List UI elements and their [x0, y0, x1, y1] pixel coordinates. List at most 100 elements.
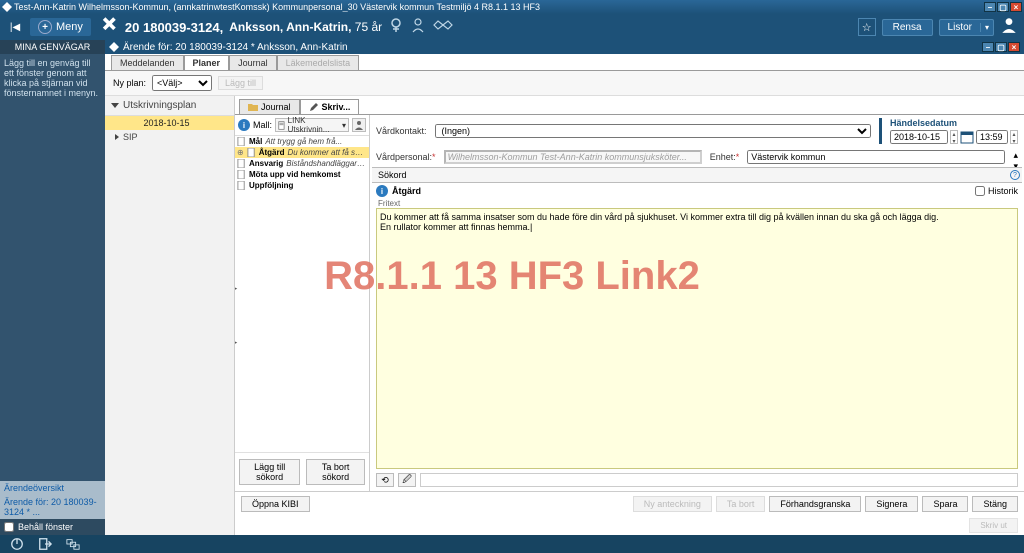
doc-icon: [247, 148, 256, 157]
tab-planer[interactable]: Planer: [184, 55, 230, 70]
mall-person-button[interactable]: [352, 118, 366, 132]
pencil-icon: [309, 102, 319, 112]
goal-item-mota[interactable]: Möta upp vid hemkomst: [235, 169, 369, 180]
forhandsgranska-button[interactable]: Förhandsgranska: [769, 496, 861, 512]
tree-header[interactable]: Utskrivningsplan: [105, 96, 234, 116]
spara-button[interactable]: Spara: [922, 496, 968, 512]
logout-icon[interactable]: [36, 537, 54, 551]
handelse-date-input[interactable]: [890, 130, 948, 144]
skriv-ut-button: Skriv ut: [969, 518, 1018, 533]
panel-minimize[interactable]: –: [982, 42, 994, 52]
patient-id: 20 180039-3124,: [125, 20, 223, 35]
doc-icon: [237, 137, 246, 146]
folder-icon: [248, 102, 258, 112]
tab-skriv[interactable]: Skriv...: [300, 99, 360, 114]
plan-tree: Utskrivningsplan 2018-10-15 SIP: [105, 96, 235, 535]
historik-checkbox[interactable]: [975, 186, 985, 196]
keep-window-checkbox[interactable]: [4, 522, 14, 532]
attach-button[interactable]: 🖉: [398, 473, 416, 487]
shortcuts-hint: Lägg till en genväg till ett fönster gen…: [0, 54, 105, 106]
doc-icon: [278, 121, 286, 130]
vardpersonal-label: Vårdpersonal:: [376, 152, 436, 162]
gender-icon: [388, 17, 404, 38]
tab-meddelanden[interactable]: Meddelanden: [111, 55, 184, 70]
chevron-down-icon: ▾: [342, 121, 346, 130]
doc-icon: [237, 181, 246, 190]
arendeoversikt-link[interactable]: Ärendeöversikt: [0, 481, 105, 495]
ny-plan-row: Ny plan: <Välj> Lägg till: [105, 71, 1024, 96]
window-minimize[interactable]: –: [984, 2, 996, 12]
goal-item-atgard[interactable]: ⊕ Åtgärd Du kommer att få sam...: [235, 147, 369, 158]
link-button[interactable]: ⟲: [376, 473, 394, 487]
ny-plan-add-button: Lägg till: [218, 76, 263, 90]
tab-journal-inner[interactable]: Journal: [239, 99, 300, 114]
spinner-icon[interactable]: ▴▾: [1010, 130, 1018, 144]
enhet-input[interactable]: [747, 150, 1005, 164]
vardkontakt-select[interactable]: (Ingen): [435, 124, 871, 138]
remove-sokord-button[interactable]: Ta bort sökord: [306, 459, 365, 485]
footer-input[interactable]: [420, 473, 1018, 487]
person-icon[interactable]: [410, 17, 426, 38]
power-icon[interactable]: [8, 537, 26, 551]
rensa-button[interactable]: Rensa: [882, 19, 933, 36]
menu-button[interactable]: + Meny: [30, 18, 91, 36]
handelse-time-input[interactable]: [976, 130, 1008, 144]
user-icon[interactable]: [1000, 16, 1018, 39]
fritext-textarea[interactable]: [376, 208, 1018, 469]
journal-tabs: Journal Skriv...: [235, 96, 1024, 115]
tree-date[interactable]: 2018-10-15: [105, 116, 234, 130]
panel-close[interactable]: ×: [1008, 42, 1020, 52]
window-close[interactable]: ×: [1010, 2, 1022, 12]
goal-item-ansvarig[interactable]: Ansvarig Biståndshandläggare ...: [235, 158, 369, 169]
star-button[interactable]: ☆: [858, 18, 876, 36]
ny-plan-label: Ny plan:: [113, 78, 146, 88]
shortcuts-header: MINA GENVÄGAR: [0, 40, 105, 54]
panel-footer: Öppna KIBI Ny anteckning Ta bort Förhand…: [235, 491, 1024, 516]
open-kibi-button[interactable]: Öppna KIBI: [241, 496, 310, 512]
splitter-handle[interactable]: ▸: [235, 282, 239, 296]
info-icon[interactable]: i: [238, 119, 250, 131]
arende-title: Ärende för: 20 180039-3124 * Anksson, An…: [123, 42, 348, 53]
vardkontakt-label: Vårdkontakt:: [376, 126, 427, 136]
arende-titlebar: Ärende för: 20 180039-3124 * Anksson, An…: [105, 40, 1024, 54]
tree-sip[interactable]: SIP: [105, 130, 234, 144]
nav-back-icon[interactable]: |◀: [6, 18, 24, 36]
info-icon[interactable]: i: [376, 185, 388, 197]
signera-button[interactable]: Signera: [865, 496, 918, 512]
vardpersonal-input: [444, 150, 702, 164]
spinner-icon[interactable]: ▴▾: [950, 130, 958, 144]
window-title: Test-Ann-Katrin Wilhelmsson-Kommun, (ann…: [14, 2, 984, 12]
help-icon[interactable]: ?: [1010, 170, 1020, 180]
historik-toggle[interactable]: Historik: [975, 186, 1018, 196]
listor-dropdown[interactable]: Listor ▾: [939, 19, 994, 36]
fritext-label: Fritext: [370, 199, 1024, 208]
goal-item-uppfoljning[interactable]: Uppföljning: [235, 180, 369, 191]
goal-item-mal[interactable]: Mål Att trygg gå hem frå...: [235, 136, 369, 147]
add-sokord-button[interactable]: Lägg till sökord: [239, 459, 300, 485]
expand-icon: ⊕: [237, 148, 244, 157]
mall-label: Mall:: [253, 120, 272, 130]
ta-bort-button: Ta bort: [716, 496, 766, 512]
atgard-label: Åtgärd: [392, 186, 421, 196]
notes-panel: Vårdkontakt: (Ingen) Händelsedatum ▴▾ ▴▾: [370, 115, 1024, 491]
arende-link[interactable]: Ärende för: 20 180039-3124 * ...: [0, 495, 105, 519]
spinner-icon[interactable]: ▴▾: [1013, 150, 1018, 164]
windows-icon[interactable]: [64, 537, 82, 551]
stang-button[interactable]: Stäng: [972, 496, 1018, 512]
splitter-handle[interactable]: ▸: [235, 336, 239, 350]
tab-journal[interactable]: Journal: [229, 55, 277, 70]
panel-maximize[interactable]: ▢: [995, 42, 1007, 52]
window-maximize[interactable]: ▢: [997, 2, 1009, 12]
mall-dropdown[interactable]: LINK Utskrivnin... ▾: [275, 118, 349, 132]
enhet-label: Enhet:: [710, 152, 740, 162]
chevron-down-icon: ▾: [980, 23, 993, 32]
calendar-icon[interactable]: [960, 130, 974, 144]
handshake-icon[interactable]: [432, 17, 454, 38]
goals-panel: i Mall: LINK Utskrivnin... ▾: [235, 115, 370, 491]
ny-plan-select[interactable]: <Välj>: [152, 75, 212, 91]
shortcuts-links: Ärendeöversikt Ärende för: 20 180039-312…: [0, 481, 105, 519]
sokord-header: Sökord ?: [372, 167, 1022, 183]
arende-icon: [109, 42, 119, 52]
main-tabs: Meddelanden Planer Journal Läkemedelslis…: [105, 54, 1024, 70]
keep-window-toggle[interactable]: Behåll fönster: [0, 519, 105, 535]
